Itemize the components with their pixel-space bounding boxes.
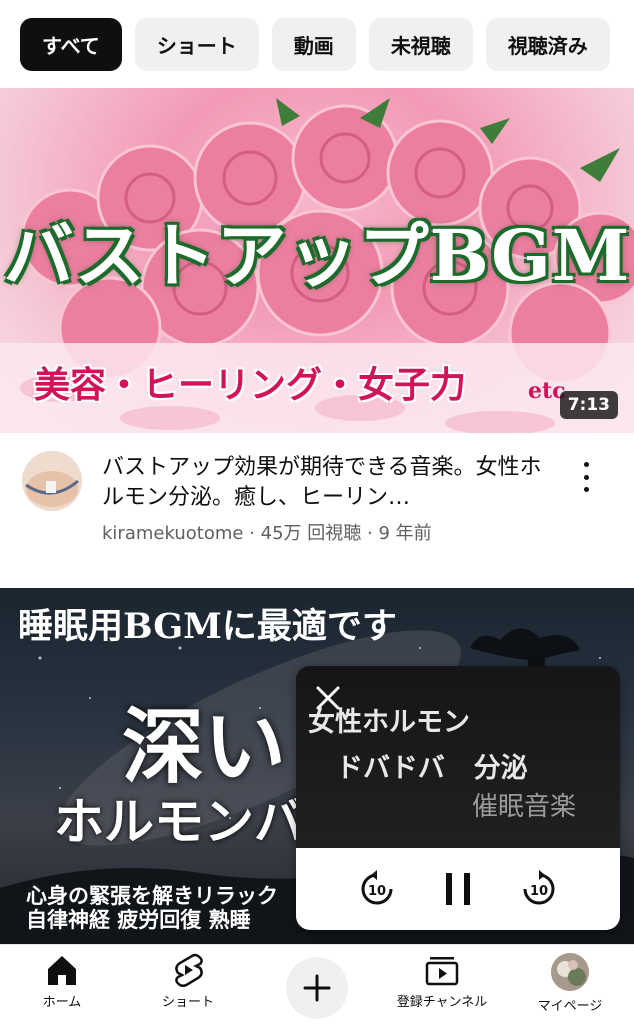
video-subtitle: kiramekuotome · 45万 回視聴 · 9 年前 (102, 519, 432, 545)
rewind-10-icon[interactable]: 10 (355, 867, 399, 911)
home-icon (48, 956, 76, 985)
mini-player-text-line2: ドバドバ 分泌 (336, 746, 528, 785)
mini-player[interactable]: 女性ホルモン ドバドバ 分泌 催眠音楽 10 10 (296, 666, 620, 930)
video-thumbnail-1[interactable]: バストアップBGM 美容・ヒーリング・女子力 etc 7:13 (0, 88, 634, 433)
nav-home-label: ホーム (42, 995, 82, 1010)
view-count: 45万 回視聴 (260, 523, 362, 544)
subscriptions-icon (425, 957, 459, 986)
thumbnail-title-text: バストアップBGM (3, 214, 631, 297)
thumbnail2-top-text: 睡眠用BGMに最適です (18, 606, 397, 647)
video-title[interactable]: バストアップ効果が期待できる音楽。女性ホルモン分泌。癒し、ヒーリン… (102, 453, 552, 513)
svg-text:10: 10 (368, 884, 386, 899)
svg-text:10: 10 (530, 884, 548, 899)
thumbnail2-line2-text: 自律神経 疲労回復 熟睡 (26, 907, 251, 932)
user-avatar (551, 953, 589, 991)
chip-watched[interactable]: 視聴済み (485, 17, 610, 71)
thumbnail-subtitle-text: 美容・ヒーリング・女子力 (34, 364, 467, 406)
close-icon[interactable] (314, 684, 342, 712)
nav-home[interactable]: ホーム (2, 953, 122, 1010)
forward-10-icon[interactable]: 10 (517, 867, 561, 911)
youtube-home: すべて ショート 動画 未視聴 視聴済み バストアップBGM 美容・ヒーリング・… (0, 0, 634, 1024)
plus-icon (303, 974, 331, 1002)
video-meta-1: バストアップ効果が期待できる音楽。女性ホルモン分泌。癒し、ヒーリン… kiram… (0, 433, 634, 583)
pause-icon[interactable] (436, 867, 480, 911)
chip-videos[interactable]: 動画 (271, 17, 356, 71)
channel-avatar[interactable] (22, 451, 82, 511)
mini-player-text-line3: 催眠音楽 (472, 792, 577, 822)
create-button[interactable] (286, 957, 348, 1019)
separator-dot: · (249, 523, 261, 544)
mini-player-video[interactable]: 女性ホルモン ドバドバ 分泌 催眠音楽 (296, 666, 620, 848)
chip-unwatched[interactable]: 未視聴 (368, 17, 473, 71)
thumbnail2-mid-text: ホルモンバ (54, 792, 304, 851)
channel-name[interactable]: kiramekuotome (102, 523, 243, 544)
filter-chip-bar: すべて ショート 動画 未視聴 視聴済み (0, 0, 634, 88)
nav-you[interactable]: マイページ (510, 953, 630, 1014)
upload-age: 9 年前 (378, 523, 432, 544)
nav-subscriptions-label: 登録チャンネル (396, 995, 488, 1010)
nav-shorts[interactable]: ショート (128, 953, 248, 1010)
duration-badge: 7:13 (559, 391, 618, 419)
nav-you-label: マイページ (537, 999, 603, 1014)
more-options-icon[interactable] (572, 459, 600, 495)
separator-dot: · (367, 523, 379, 544)
nav-shorts-label: ショート (161, 995, 214, 1010)
chip-shorts[interactable]: ショート (134, 17, 259, 71)
mini-player-controls: 10 10 (296, 848, 620, 930)
shorts-icon (175, 953, 203, 987)
nav-subscriptions[interactable]: 登録チャンネル (382, 953, 502, 1010)
mini-player-text-dobadoba: ドバドバ (336, 753, 445, 784)
chip-all[interactable]: すべて (20, 17, 122, 71)
mini-player-text-bunpi: 分泌 (473, 753, 528, 784)
bottom-navigation: ホーム ショート 登録チャンネル マイページ (0, 944, 634, 1024)
